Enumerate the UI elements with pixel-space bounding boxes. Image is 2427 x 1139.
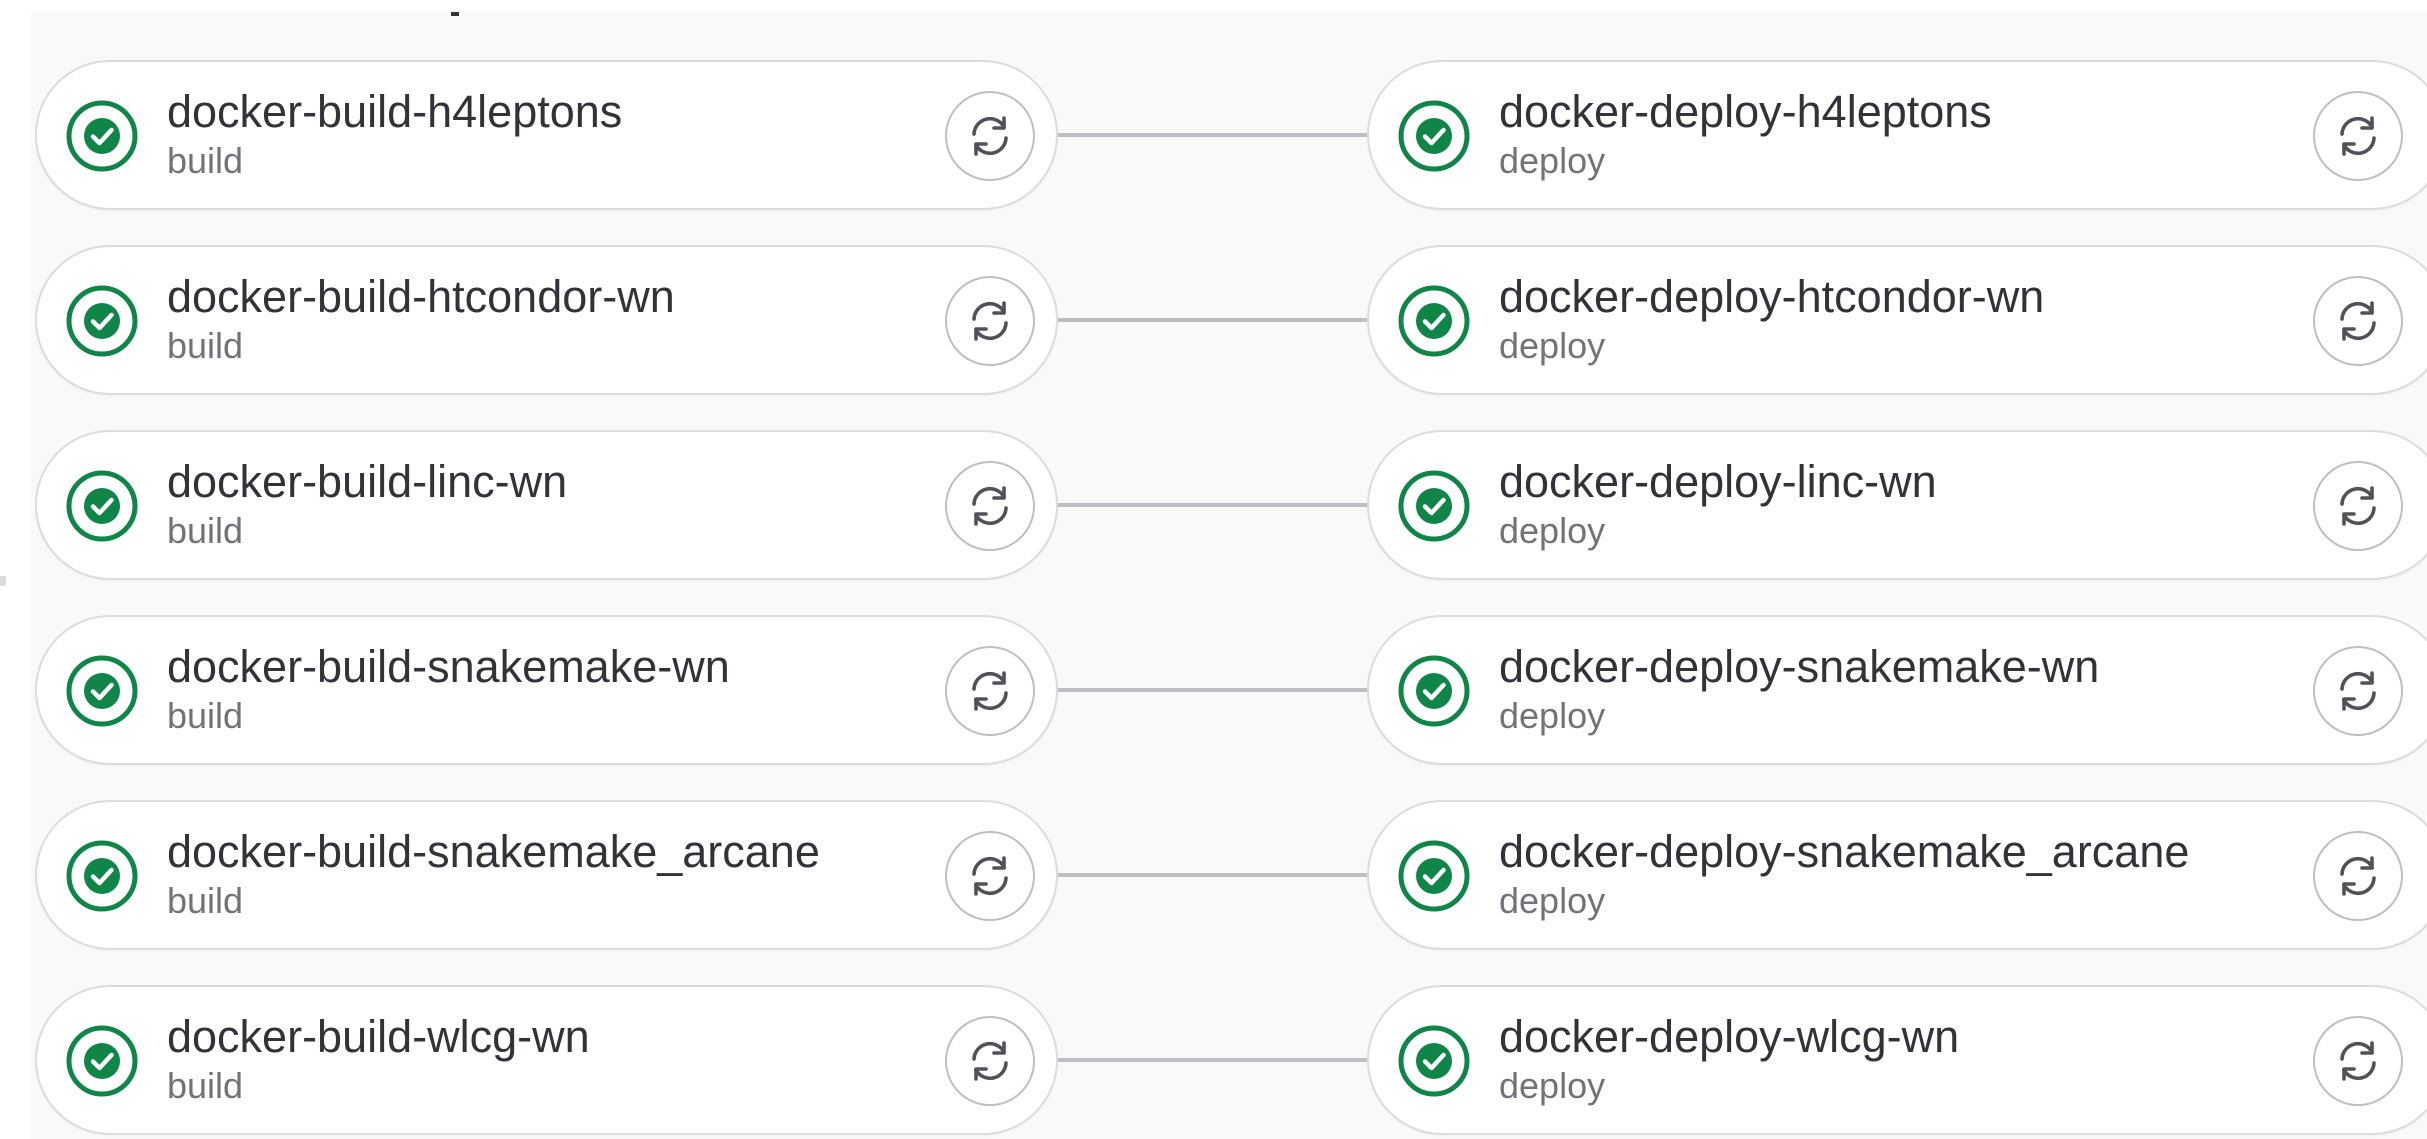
job-stage-label: build xyxy=(167,325,244,366)
job-name[interactable]: docker-deploy-wlcg-wn xyxy=(1499,1009,1959,1065)
retry-button[interactable] xyxy=(2313,831,2403,921)
job-stage-label: deploy xyxy=(1499,140,1606,181)
status-success-icon xyxy=(1397,99,1471,173)
job-connector-line xyxy=(1058,133,1367,137)
job-card-deploy[interactable]: docker-deploy-linc-wn deploy xyxy=(1367,430,2427,580)
job-stage-label: deploy xyxy=(1499,510,1606,551)
job-stage-label: build xyxy=(167,880,244,921)
job-connector-line xyxy=(1058,688,1367,692)
status-success-icon xyxy=(1397,1024,1471,1098)
status-success-icon xyxy=(1397,839,1471,913)
retry-button[interactable] xyxy=(945,646,1035,736)
job-card-deploy[interactable]: docker-deploy-h4leptons deploy xyxy=(1367,60,2427,210)
job-stage-label: deploy xyxy=(1499,880,1606,921)
job-name[interactable]: docker-build-snakemake-wn xyxy=(167,639,730,695)
job-name[interactable]: docker-deploy-h4leptons xyxy=(1499,84,1992,140)
status-success-icon xyxy=(65,284,139,358)
job-card-build[interactable]: docker-build-snakemake-wn build xyxy=(35,615,1058,765)
retry-button[interactable] xyxy=(2313,646,2403,736)
job-name[interactable]: docker-deploy-htcondor-wn xyxy=(1499,269,2044,325)
job-card-deploy[interactable]: docker-deploy-snakemake-wn deploy xyxy=(1367,615,2427,765)
pipeline-graph-canvas: docker-build-h4leptons build docker-deploy… xyxy=(0,0,2427,1139)
job-connector-line xyxy=(1058,873,1367,877)
job-name[interactable]: docker-deploy-linc-wn xyxy=(1499,454,1937,510)
job-name[interactable]: docker-build-h4leptons xyxy=(167,84,622,140)
job-card-build[interactable]: docker-build-h4leptons build xyxy=(35,60,1058,210)
job-name[interactable]: docker-build-snakemake_arcane xyxy=(167,824,820,880)
status-success-icon xyxy=(65,99,139,173)
job-stage-label: build xyxy=(167,140,244,181)
retry-button[interactable] xyxy=(945,831,1035,921)
status-success-icon xyxy=(1397,284,1471,358)
retry-button[interactable] xyxy=(945,276,1035,366)
job-stage-label: build xyxy=(167,1065,244,1106)
job-name[interactable]: docker-deploy-snakemake_arcane xyxy=(1499,824,2189,880)
job-name[interactable]: docker-deploy-snakemake-wn xyxy=(1499,639,2099,695)
job-name[interactable]: docker-build-htcondor-wn xyxy=(167,269,675,325)
job-card-deploy[interactable]: docker-deploy-snakemake_arcane deploy xyxy=(1367,800,2427,950)
job-card-build[interactable]: docker-build-htcondor-wn build xyxy=(35,245,1058,395)
status-success-icon xyxy=(1397,654,1471,728)
divider-mark xyxy=(451,12,459,16)
retry-button[interactable] xyxy=(2313,91,2403,181)
job-name[interactable]: docker-build-linc-wn xyxy=(167,454,567,510)
job-connector-line xyxy=(1058,1058,1367,1062)
status-success-icon xyxy=(65,1024,139,1098)
retry-button[interactable] xyxy=(945,461,1035,551)
retry-button[interactable] xyxy=(2313,461,2403,551)
status-success-icon xyxy=(65,839,139,913)
job-connector-line xyxy=(1058,318,1367,322)
job-card-deploy[interactable]: docker-deploy-wlcg-wn deploy xyxy=(1367,985,2427,1135)
job-card-deploy[interactable]: docker-deploy-htcondor-wn deploy xyxy=(1367,245,2427,395)
scroll-edge-mark xyxy=(0,576,6,586)
status-success-icon xyxy=(1397,469,1471,543)
status-success-icon xyxy=(65,654,139,728)
job-card-build[interactable]: docker-build-wlcg-wn build xyxy=(35,985,1058,1135)
job-stage-label: deploy xyxy=(1499,325,1606,366)
job-stage-label: build xyxy=(167,510,244,551)
job-stage-label: build xyxy=(167,695,244,736)
status-success-icon xyxy=(65,469,139,543)
retry-button[interactable] xyxy=(945,91,1035,181)
retry-button[interactable] xyxy=(2313,1016,2403,1106)
job-stage-label: deploy xyxy=(1499,1065,1606,1106)
job-name[interactable]: docker-build-wlcg-wn xyxy=(167,1009,590,1065)
job-connector-line xyxy=(1058,503,1367,507)
job-stage-label: deploy xyxy=(1499,695,1606,736)
job-card-build[interactable]: docker-build-linc-wn build xyxy=(35,430,1058,580)
job-card-build[interactable]: docker-build-snakemake_arcane build xyxy=(35,800,1058,950)
retry-button[interactable] xyxy=(2313,276,2403,366)
retry-button[interactable] xyxy=(945,1016,1035,1106)
